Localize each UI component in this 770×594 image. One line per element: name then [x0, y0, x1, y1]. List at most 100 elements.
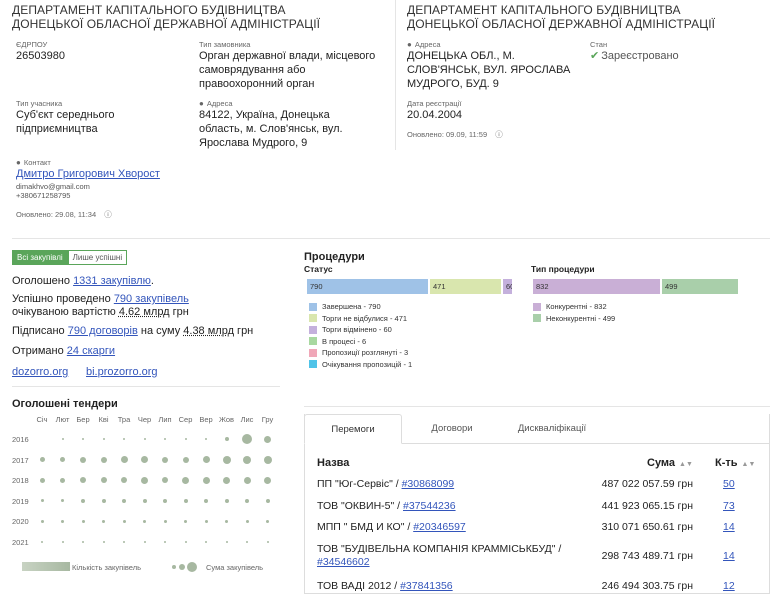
winner-count-link[interactable]: 73 [723, 500, 735, 513]
tender-dot[interactable] [81, 498, 85, 503]
tender-dot[interactable] [222, 455, 231, 464]
tender-dot[interactable] [102, 540, 105, 543]
tender-dot[interactable] [266, 519, 269, 523]
tender-dot[interactable] [123, 540, 125, 543]
toggle-all-purchases[interactable]: Всі закупівлі [12, 250, 68, 265]
tender-dot[interactable] [80, 477, 86, 483]
tender-dot[interactable] [184, 540, 187, 543]
tender-dot[interactable] [204, 519, 208, 523]
winner-code-link[interactable]: #30868099 [402, 478, 455, 490]
tender-dot[interactable] [205, 540, 207, 543]
tender-dot[interactable] [122, 519, 126, 523]
tender-dot[interactable] [82, 540, 84, 543]
tender-dot[interactable] [264, 435, 271, 443]
tender-dot[interactable] [266, 540, 269, 543]
tender-dot[interactable] [61, 438, 64, 440]
type-legend-item[interactable]: Конкурентні - 832 [533, 301, 615, 313]
tender-dot[interactable] [164, 438, 166, 440]
col-header-sum[interactable]: Сума ▲▼ [647, 457, 693, 469]
status-legend-item[interactable]: Торги відмінено - 60 [309, 324, 412, 336]
type-legend-item[interactable]: Неконкурентні - 499 [533, 313, 615, 325]
tender-dot[interactable] [242, 434, 252, 444]
tender-dot[interactable] [60, 457, 65, 462]
winner-code-link[interactable]: #20346597 [413, 521, 466, 533]
tender-dot[interactable] [121, 477, 127, 483]
info-icon[interactable]: ⓘ [495, 130, 503, 139]
tender-dot[interactable] [142, 498, 147, 503]
tender-dot[interactable] [61, 540, 64, 543]
tender-dot[interactable] [80, 456, 86, 463]
tender-dot[interactable] [243, 455, 251, 464]
tender-dot[interactable] [162, 477, 168, 483]
tender-dot[interactable] [204, 498, 208, 503]
tender-dot[interactable] [182, 476, 189, 484]
info-icon[interactable]: ⓘ [104, 210, 112, 219]
winner-count-link[interactable]: 50 [723, 478, 735, 491]
tender-dot[interactable] [182, 456, 189, 463]
tender-dot[interactable] [184, 519, 187, 523]
tender-dot[interactable] [143, 519, 146, 523]
tender-dot[interactable] [122, 498, 126, 503]
tender-dot[interactable] [120, 456, 128, 463]
tender-dot[interactable] [245, 498, 249, 503]
tab-wins[interactable]: Перемоги [304, 414, 402, 444]
tender-dot[interactable] [245, 519, 249, 523]
tender-dot[interactable] [143, 540, 146, 543]
signed-link[interactable]: 790 договорів [68, 325, 138, 337]
tender-dot[interactable] [202, 476, 210, 484]
tender-dot[interactable] [82, 438, 84, 440]
tender-dot[interactable] [162, 456, 168, 463]
tender-dot[interactable] [100, 477, 107, 483]
col-header-count[interactable]: К-ть ▲▼ [715, 457, 755, 469]
tender-dot[interactable] [102, 519, 105, 523]
tender-dot[interactable] [163, 519, 167, 523]
tender-dot[interactable] [225, 519, 228, 523]
complaints-link[interactable]: 24 скарги [67, 345, 115, 357]
tender-dot[interactable] [263, 455, 272, 464]
tender-dot[interactable] [143, 438, 146, 440]
status-legend-item[interactable]: Пропозиції розглянуті - 3 [309, 347, 412, 359]
tender-dot[interactable] [101, 498, 106, 503]
status-legend-item[interactable]: Торги не відбулися - 471 [309, 313, 412, 325]
announced-link[interactable]: 1331 закупівлю [73, 275, 151, 287]
tender-dot[interactable] [163, 498, 167, 503]
tender-dot[interactable] [100, 456, 107, 463]
tender-dot[interactable] [41, 540, 43, 543]
tender-dot[interactable] [264, 476, 271, 484]
tab-contracts[interactable]: Договори [404, 414, 500, 444]
tender-dot[interactable] [123, 438, 125, 440]
tender-dot[interactable] [223, 476, 230, 484]
col-header-name[interactable]: Назва [317, 457, 349, 469]
tender-dot[interactable] [183, 498, 188, 503]
tender-dot[interactable] [102, 438, 105, 440]
status-legend-item[interactable]: В процесі - 6 [309, 336, 412, 348]
status-legend-item[interactable]: Очікування пропозицій - 1 [309, 359, 412, 371]
tender-dot[interactable] [39, 457, 45, 462]
dozorro-link[interactable]: dozorro.org [12, 366, 68, 378]
tender-dot[interactable] [265, 498, 270, 503]
winner-code-link[interactable]: #37544236 [403, 500, 456, 512]
tab-disqualifications[interactable]: Дискваліфікації [504, 414, 600, 444]
success-link[interactable]: 790 закупівель [114, 293, 189, 305]
tender-dot[interactable] [40, 499, 44, 502]
tender-dot[interactable] [225, 540, 228, 543]
tender-dot[interactable] [141, 456, 148, 463]
winner-count-link[interactable]: 14 [723, 521, 735, 534]
tender-dot[interactable] [246, 540, 248, 543]
toggle-success-only[interactable]: Лише успішні [67, 250, 128, 265]
tender-dot[interactable] [202, 456, 210, 463]
tender-dot[interactable] [224, 498, 229, 503]
contact-name-link[interactable]: Дмитро Григорович Хворост [16, 168, 160, 180]
tender-dot[interactable] [164, 540, 166, 543]
status-legend-item[interactable]: Завершена - 790 [309, 301, 412, 313]
tender-dot[interactable] [61, 519, 64, 523]
bi-prozorro-link[interactable]: bi.prozorro.org [86, 366, 158, 378]
tender-dot[interactable] [81, 519, 85, 523]
tender-dot[interactable] [39, 477, 45, 483]
tender-dot[interactable] [205, 438, 207, 440]
winner-code-link[interactable]: #37841356 [400, 580, 453, 592]
winner-count-link[interactable]: 12 [723, 580, 735, 593]
winner-code-link[interactable]: #34546602 [317, 556, 370, 568]
tender-dot[interactable] [141, 476, 148, 484]
tender-dot[interactable] [40, 519, 44, 523]
